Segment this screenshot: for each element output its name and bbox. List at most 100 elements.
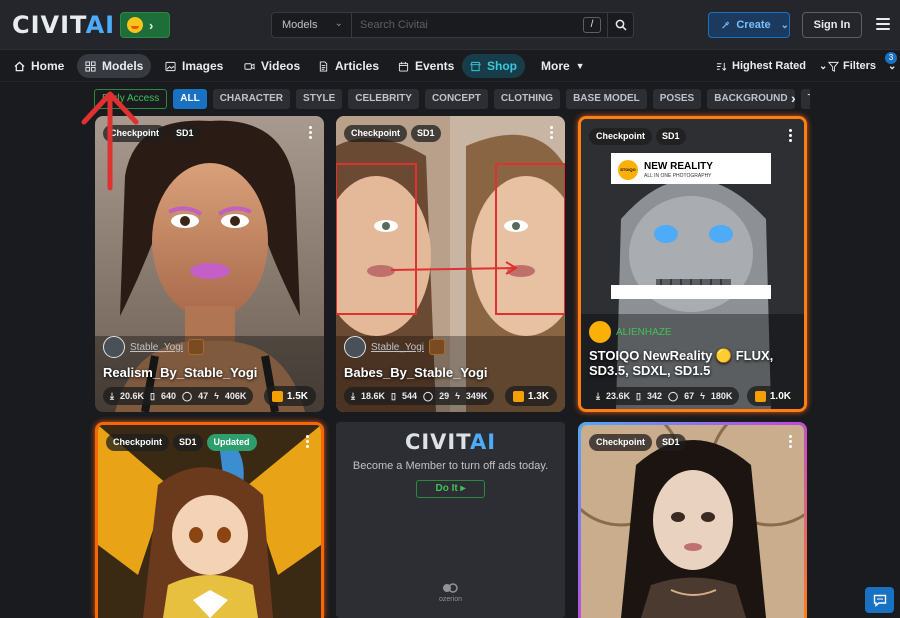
model-card[interactable]: Checkpoint SD1 Stable_Yogi Babes_By_Stab… <box>336 116 565 412</box>
nav-item-models[interactable]: Models <box>77 54 152 78</box>
filters-label: Filters <box>843 60 877 72</box>
article-icon <box>319 60 328 72</box>
create-button[interactable]: Create ⌄ <box>708 12 790 38</box>
chip-character[interactable]: CHARACTER <box>212 89 291 109</box>
model-type-badge: Checkpoint <box>589 434 653 451</box>
bookmark-icon: ▯ <box>150 390 155 401</box>
chip-clothing[interactable]: CLOTHING <box>493 89 561 109</box>
likes-badge[interactable]: 1.3K <box>504 386 557 406</box>
downloads-count: 18.6K <box>360 391 386 401</box>
nav-item-articles[interactable]: Articles <box>310 54 387 78</box>
more-options-icon[interactable] <box>306 435 309 449</box>
collect-count: 342 <box>646 391 662 401</box>
base-model-badge: SD1 <box>656 128 686 145</box>
likes-count: 1.0K <box>769 390 791 402</box>
ad-do-it-button[interactable]: Do It ▸ <box>416 480 485 498</box>
civitai-logo[interactable]: CIVITAI <box>12 12 115 38</box>
more-options-icon[interactable] <box>789 129 792 143</box>
base-model-badge: SD1 <box>173 434 203 451</box>
username[interactable]: ALIENHAZE <box>616 327 672 338</box>
promo-header: STOIQO NEW REALITY ALL IN ONE PHOTOGRAPH… <box>614 156 771 185</box>
avatar[interactable] <box>344 336 366 358</box>
model-card[interactable]: STOIQO NEW REALITY ALL IN ONE PHOTOGRAPH… <box>578 116 807 412</box>
chip-style[interactable]: STYLE <box>296 89 343 109</box>
nav-label: Shop <box>487 59 517 73</box>
avatar[interactable] <box>589 321 611 343</box>
nav-label: Articles <box>335 59 380 73</box>
sort-icon <box>716 62 727 71</box>
nav-label: Videos <box>261 59 301 73</box>
updated-badge: Updated <box>206 434 257 451</box>
chat-support-button[interactable] <box>865 587 894 613</box>
sort-label: Highest Rated <box>732 60 806 72</box>
chevron-right-icon[interactable]: › <box>791 90 796 106</box>
more-options-icon[interactable] <box>550 126 553 140</box>
base-model-badge: SD1 <box>170 125 200 142</box>
comment-icon: ◯ <box>668 390 679 401</box>
chip-celebrity[interactable]: CELEBRITY <box>348 89 419 109</box>
search-bar: Models ⌄ / <box>271 12 634 38</box>
search-shortcut-key: / <box>583 17 601 33</box>
nav-item-images[interactable]: Images <box>157 54 231 78</box>
nav-label: More <box>541 59 570 73</box>
nav-label: Home <box>31 59 65 73</box>
hamburger-menu-icon[interactable] <box>876 18 890 30</box>
chip-background[interactable]: BACKGROUND <box>707 89 795 109</box>
downloads-count: 23.6K <box>605 391 631 401</box>
more-options-icon[interactable] <box>789 435 792 449</box>
model-title: STOIQO NewReality 🟡 FLUX, SD3.5, SDXL, S… <box>589 348 774 378</box>
comment-icon: ◯ <box>182 390 193 401</box>
chevron-down-icon: ⌄ <box>780 19 789 31</box>
nav-label: Events <box>415 59 455 73</box>
sign-in-button[interactable]: Sign In <box>802 12 862 38</box>
chip-tool[interactable]: TOOL <box>800 89 810 109</box>
thumbs-up-icon <box>271 390 283 402</box>
buzz-count: 349K <box>465 391 488 401</box>
nav-item-home[interactable]: Home <box>6 54 72 78</box>
model-card[interactable]: Checkpoint SD1 Stable_Yogi Realism_By_St… <box>95 116 324 412</box>
model-card[interactable]: Checkpoint SD1 Updated <box>95 422 324 618</box>
grid-icon <box>85 60 96 72</box>
comment-count: 29 <box>439 391 450 401</box>
chevron-down-icon: ⌄ <box>818 60 828 72</box>
base-model-badge: SD1 <box>656 434 686 451</box>
ad-button-label: Do It <box>435 483 458 494</box>
downloads-count: 20.6K <box>119 391 145 401</box>
bookmark-icon: ▯ <box>391 390 396 401</box>
chip-base-model[interactable]: BASE MODEL <box>566 89 647 109</box>
model-stats: ⤓ 20.6K ▯ 640 ◯ 47 ϟ 406K <box>103 387 254 405</box>
chip-concept[interactable]: CONCEPT <box>424 89 488 109</box>
more-options-icon[interactable] <box>309 126 312 140</box>
nav-item-more[interactable]: More ▼ <box>533 54 593 78</box>
emoji-button[interactable]: › <box>120 12 170 38</box>
creator-rank-icon <box>188 339 205 355</box>
nav-item-events[interactable]: Events <box>390 54 462 78</box>
nav-item-videos[interactable]: Videos <box>236 54 308 78</box>
nav-item-shop[interactable]: Shop <box>462 54 525 78</box>
promo-title: NEW REALITY <box>644 161 713 172</box>
chevron-down-icon: ⌄ <box>334 18 343 29</box>
chip-all[interactable]: ALL <box>173 89 207 109</box>
username[interactable]: Stable_Yogi <box>371 342 424 353</box>
comment-count: 67 <box>684 391 695 401</box>
chip-early-access[interactable]: Early Access <box>94 89 168 109</box>
username[interactable]: Stable_Yogi <box>130 342 183 353</box>
comment-count: 47 <box>198 391 209 401</box>
ad-text: Become a Member to turn off ads today. <box>352 460 549 472</box>
model-title: Babes_By_Stable_Yogi <box>344 365 488 380</box>
logo-ai-text: AI <box>85 11 116 39</box>
likes-badge[interactable]: 1.5K <box>263 386 316 406</box>
model-card[interactable]: Checkpoint SD1 <box>578 422 807 618</box>
sort-select[interactable]: Highest Rated ⌄ <box>716 54 827 78</box>
avatar[interactable] <box>103 336 125 358</box>
search-button[interactable] <box>607 13 633 37</box>
model-type-badge: Checkpoint <box>344 125 408 142</box>
bookmark-icon: ▯ <box>636 390 641 401</box>
search-type-select[interactable]: Models ⌄ <box>272 13 352 37</box>
likes-badge[interactable]: 1.0K <box>746 386 799 406</box>
chip-poses[interactable]: POSES <box>652 89 702 109</box>
model-title: Realism_By_Stable_Yogi <box>103 365 258 380</box>
search-input[interactable] <box>352 13 583 37</box>
buzz-count: 406K <box>224 391 247 401</box>
model-preview-image <box>98 425 321 618</box>
